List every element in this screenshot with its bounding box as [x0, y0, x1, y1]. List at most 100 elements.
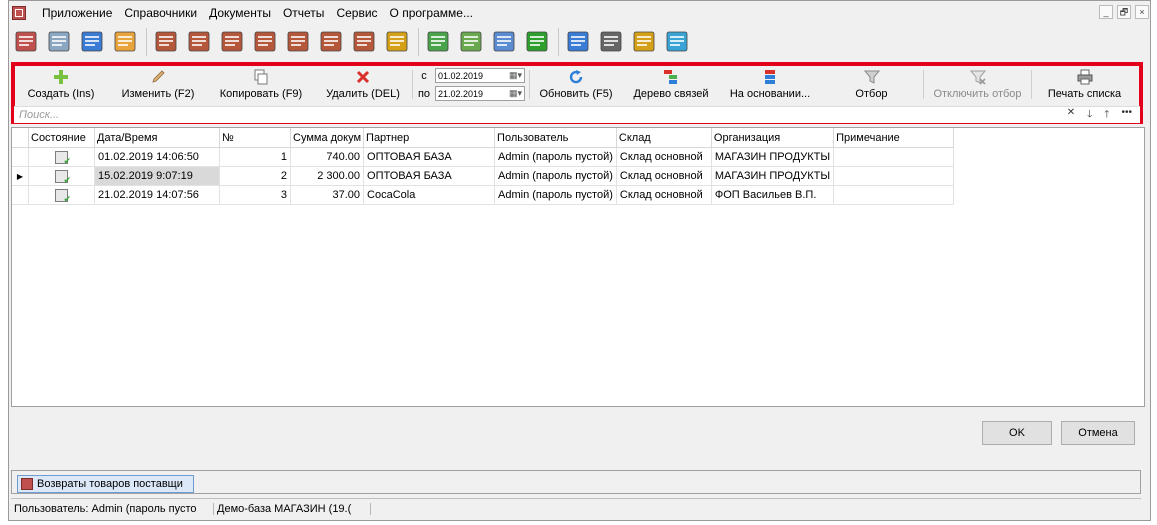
date-from-label: с	[421, 69, 427, 82]
more-icon[interactable]: •••	[1121, 107, 1132, 124]
column-header[interactable]: Организация	[711, 128, 835, 148]
clear-search-icon[interactable]: ✕	[1067, 107, 1075, 124]
date-from-field[interactable]: 01.02.2019 ▦▾	[435, 68, 525, 83]
partner-cell: ОПТОВАЯ БАЗА	[363, 166, 496, 186]
table-row[interactable]: 21.02.2019 14:07:56 3 37.00 CocaCola Adm…	[12, 185, 955, 205]
document-posted-icon	[55, 150, 71, 166]
column-header[interactable]: Состояние	[28, 128, 95, 148]
table-row[interactable]: ▶ 15.02.2019 9:07:19 2 2 300.00 ОПТОВАЯ …	[12, 166, 955, 186]
document-icon	[21, 478, 33, 490]
refresh-icon	[569, 70, 583, 84]
calculator-icon[interactable]	[490, 27, 520, 57]
note-cell	[833, 166, 955, 186]
stack-icon	[765, 70, 775, 84]
note-cell	[833, 147, 955, 167]
delete-icon	[356, 70, 370, 84]
filter-button[interactable]: Отбор	[820, 66, 923, 103]
create-label: Создать (Ins)	[27, 88, 95, 100]
tree-icon	[664, 70, 677, 84]
remove-filter-button[interactable]: Отключить отбор	[924, 66, 1031, 103]
date-to-field[interactable]: 21.02.2019 ▦▾	[435, 86, 525, 101]
based-on-button[interactable]: На основании...	[720, 66, 820, 103]
datetime-cell: 21.02.2019 14:07:56	[94, 185, 220, 205]
date-to-value: 21.02.2019	[438, 88, 484, 99]
ok-button[interactable]: OK	[982, 421, 1052, 445]
window-tab-label: Возвраты товаров поставщи	[37, 478, 183, 490]
pencil-icon	[152, 70, 165, 83]
status-cell	[28, 147, 95, 167]
window-tab-supplier-returns[interactable]: Возвраты товаров поставщи	[17, 475, 194, 493]
cancel-button[interactable]: Отмена	[1061, 421, 1135, 445]
status-database: Демо-база МАГАЗИН (19.(	[214, 503, 371, 515]
users-icon[interactable]	[111, 27, 141, 57]
menu-references[interactable]: Справочники	[118, 4, 203, 22]
status-cell	[28, 166, 95, 186]
organization-cell: МАГАЗИН ПРОДУКТЫ	[711, 166, 835, 186]
refresh-button[interactable]: Обновить (F5)	[530, 66, 622, 103]
books-icon[interactable]	[78, 27, 108, 57]
document-add-icon[interactable]	[185, 27, 215, 57]
toolbar-separator	[146, 28, 147, 56]
basket-remove-icon[interactable]	[317, 27, 347, 57]
sum-cell: 37.00	[290, 185, 365, 205]
date-to-label: по	[417, 87, 431, 100]
calendar-dropdown-icon[interactable]: ▦▾	[509, 88, 522, 99]
user-cell: Admin (пароль пустой)	[494, 185, 617, 205]
basket-star-icon[interactable]	[251, 27, 281, 57]
arrow-down-icon[interactable]: 🡓	[1087, 107, 1092, 124]
table-row[interactable]: 01.02.2019 14:06:50 1 740.00 ОПТОВАЯ БАЗ…	[12, 147, 955, 167]
upload-box-icon[interactable]	[663, 27, 693, 57]
menu-app[interactable]: Приложение	[36, 4, 118, 22]
minimize-button[interactable]: _	[1099, 5, 1113, 19]
copy-icon	[254, 69, 268, 85]
printer-icon[interactable]	[597, 27, 627, 57]
user-cell: Admin (пароль пустой)	[494, 166, 617, 186]
coins-icon[interactable]	[383, 27, 413, 57]
window-tabs-bar: Возвраты товаров поставщи	[11, 470, 1141, 494]
print-list-button[interactable]: Печать списка	[1032, 66, 1137, 103]
spellcheck-icon[interactable]	[523, 27, 553, 57]
document-remove-icon[interactable]	[218, 27, 248, 57]
basket-add-icon[interactable]	[284, 27, 314, 57]
menu-about[interactable]: О программе...	[384, 4, 479, 22]
export-icon[interactable]	[564, 27, 594, 57]
lock-icon[interactable]	[45, 27, 75, 57]
arrow-up-icon[interactable]: 🡑	[1104, 107, 1109, 124]
copy-button[interactable]: Копировать (F9)	[208, 66, 314, 103]
date-range: с 01.02.2019 ▦▾ по 21.02.2019 ▦▾	[413, 66, 529, 103]
column-header[interactable]: Партнер	[363, 128, 496, 148]
exit-icon[interactable]	[12, 27, 42, 57]
document-star-icon[interactable]	[152, 27, 182, 57]
close-button[interactable]: ×	[1135, 5, 1149, 19]
calendar-dropdown-icon[interactable]: ▦▾	[509, 70, 522, 81]
funnel-remove-icon	[969, 70, 986, 85]
search-tools: ✕ 🡓 🡑 •••	[1067, 107, 1140, 124]
column-header[interactable]: Сумма докум	[290, 128, 365, 148]
based-on-label: На основании...	[729, 88, 811, 100]
restore-button[interactable]: 🗗	[1117, 5, 1131, 19]
truck-icon[interactable]	[457, 27, 487, 57]
sum-cell: 740.00	[290, 147, 365, 167]
menu-reports[interactable]: Отчеты	[277, 4, 330, 22]
search-input[interactable]: Поиск...	[14, 109, 1067, 121]
column-header[interactable]: Склад	[616, 128, 712, 148]
menu-service[interactable]: Сервис	[330, 4, 383, 22]
edit-button[interactable]: Изменить (F2)	[108, 66, 208, 103]
create-button[interactable]: Создать (Ins)	[14, 66, 108, 103]
search-bar: Поиск... ✕ 🡓 🡑 •••	[14, 106, 1140, 123]
column-header[interactable]: №	[219, 128, 291, 148]
link-tree-button[interactable]: Дерево связей	[622, 66, 720, 103]
cash-icon[interactable]	[424, 27, 454, 57]
menubar: Приложение Справочники Документы Отчеты …	[36, 4, 479, 22]
scales-icon[interactable]	[630, 27, 660, 57]
remove-filter-label: Отключить отбор	[933, 88, 1022, 100]
menu-documents[interactable]: Документы	[203, 4, 277, 22]
column-header[interactable]: Примечание	[833, 128, 955, 148]
column-header[interactable]: Пользователь	[494, 128, 617, 148]
basket-transfer-icon[interactable]	[350, 27, 380, 57]
delete-button[interactable]: Удалить (DEL)	[314, 66, 412, 103]
funnel-icon	[863, 70, 880, 84]
column-header[interactable]: Дата/Время	[94, 128, 220, 148]
print-list-label: Печать списка	[1047, 88, 1122, 100]
icon-toolbar	[12, 24, 696, 60]
